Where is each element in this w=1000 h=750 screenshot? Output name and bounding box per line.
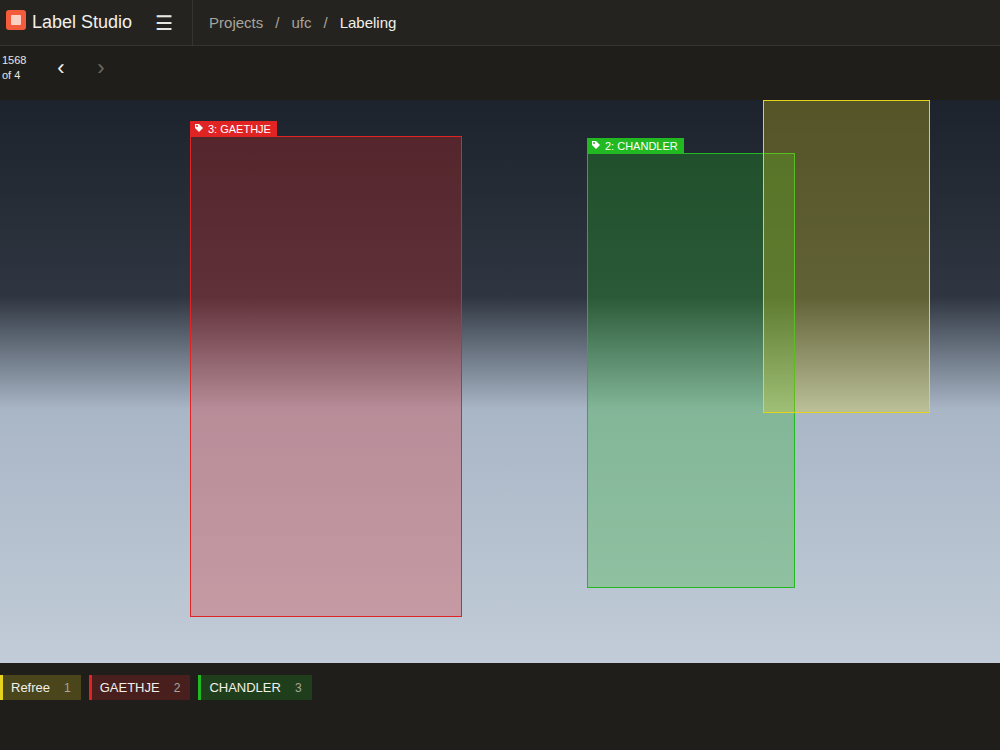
task-total: of 4 <box>2 68 36 83</box>
breadcrumb[interactable]: ufc <box>291 14 311 31</box>
label-hotkey: 2 <box>174 681 181 695</box>
breadcrumb-separator: / <box>275 14 279 31</box>
label-name: Refree <box>11 680 50 695</box>
video-frame[interactable]: 3: GAETHJE 2: CHANDLER <box>0 100 1000 663</box>
breadcrumb[interactable]: Labeling <box>340 14 397 31</box>
breadcrumbs: Projects / ufc / Labeling <box>193 14 396 31</box>
label-bar: Refree 1 GAETHJE 2 CHANDLER 3 <box>0 663 1000 700</box>
region-label-text: 2: CHANDLER <box>605 140 678 152</box>
label-button[interactable]: CHANDLER 3 <box>198 675 311 700</box>
logo[interactable]: Label Studio <box>0 10 144 35</box>
menu-icon[interactable]: ☰ <box>144 0 193 46</box>
breadcrumb[interactable]: Projects <box>209 14 263 31</box>
prev-button[interactable]: ‹ <box>46 55 76 81</box>
task-nav: 1568of 4 ‹ › <box>0 46 1000 90</box>
region-label-text: 3: GAETHJE <box>208 123 271 135</box>
region-label: 2: CHANDLER <box>587 138 684 154</box>
label-button[interactable]: Refree 1 <box>0 675 81 700</box>
top-bar: Label Studio ☰ Projects / ufc / Labeling <box>0 0 1000 46</box>
label-hotkey: 1 <box>64 681 71 695</box>
logo-icon <box>6 10 26 35</box>
label-hotkey: 3 <box>295 681 302 695</box>
label-name: CHANDLER <box>209 680 281 695</box>
task-current: 1568 <box>2 53 36 68</box>
region-box[interactable] <box>763 100 930 413</box>
task-counter: 1568of 4 <box>2 53 36 83</box>
app-title: Label Studio <box>32 12 132 33</box>
next-button[interactable]: › <box>86 55 116 81</box>
tag-icon <box>591 140 601 152</box>
label-name: GAETHJE <box>100 680 160 695</box>
label-button[interactable]: GAETHJE 2 <box>89 675 191 700</box>
region-label: 3: GAETHJE <box>190 121 277 137</box>
breadcrumb-separator: / <box>323 14 327 31</box>
tag-icon <box>194 123 204 135</box>
region-box[interactable]: 3: GAETHJE <box>190 136 462 617</box>
